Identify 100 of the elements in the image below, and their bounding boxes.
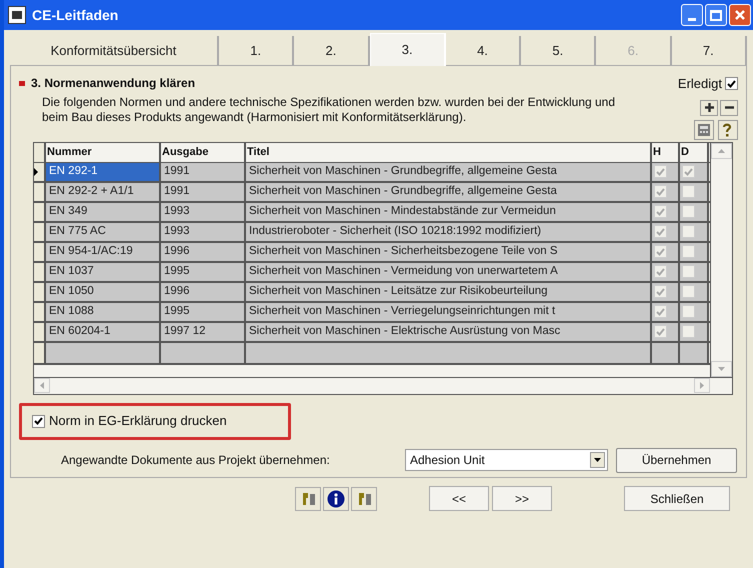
app-icon — [8, 6, 26, 24]
minimize-button[interactable] — [681, 4, 703, 26]
print-checkbox[interactable] — [32, 414, 45, 428]
print-label: Norm in EG-Erklärung drucken — [49, 412, 227, 430]
done-label: Erledigt — [678, 75, 722, 93]
table-cell: Sicherheit von Maschinen - Verriegelungseinrichtungen mit t — [246, 302, 652, 320]
row-checkbox[interactable] — [682, 205, 695, 218]
table-cell: Sicherheit von Maschinen - Mindestabstände zur Vermeidun — [246, 202, 652, 220]
row-checkbox[interactable] — [682, 325, 695, 338]
section-title: 3. Normenanwendung klären — [31, 75, 196, 92]
row-checkbox[interactable] — [654, 325, 667, 338]
tool-button[interactable] — [295, 486, 321, 510]
row-checkbox[interactable] — [654, 165, 667, 178]
close-dialog-button[interactable]: Schließen — [624, 486, 730, 511]
row-checkbox[interactable] — [682, 265, 695, 278]
table-cell: 1993 — [161, 202, 246, 220]
figure-icon — [356, 490, 372, 506]
row-selector-cell[interactable] — [34, 242, 46, 260]
row-selector-cell[interactable] — [34, 202, 46, 220]
row-selector-cell[interactable] — [34, 342, 46, 362]
table-cell: 1991 — [161, 182, 246, 200]
row-selector-cell[interactable] — [34, 222, 46, 240]
column-header[interactable]: D — [680, 142, 709, 162]
dropdown-value: Adhesion Unit — [410, 452, 485, 469]
table-cell: 1995 — [161, 262, 246, 280]
row-selector-cell[interactable] — [34, 302, 46, 320]
row-checkbox[interactable] — [682, 285, 695, 298]
row-selector-cell[interactable] — [34, 182, 46, 200]
info-icon — [327, 490, 345, 508]
row-checkbox[interactable] — [654, 265, 667, 278]
plus-icon — [704, 103, 714, 112]
arrow-up-icon — [718, 148, 725, 152]
row-checkbox[interactable] — [682, 185, 695, 198]
row-checkbox[interactable] — [682, 245, 695, 258]
table-cell: 1996 — [161, 242, 246, 260]
project-dropdown[interactable]: Adhesion Unit — [405, 449, 608, 471]
table-cell: EN 292-2 + A1/1 — [46, 182, 161, 200]
close-button[interactable] — [729, 4, 751, 26]
table-cell: Sicherheit von Maschinen - Sicherheitsbezogene Teile von S — [246, 242, 652, 260]
vertical-scrollbar[interactable] — [710, 142, 732, 376]
table-cell: 1996 — [161, 282, 246, 300]
tab[interactable]: 3. — [370, 33, 446, 66]
tool-button[interactable] — [351, 486, 377, 510]
table-cell: Sicherheit von Maschinen - Elektrische Ausrüstung von Masc — [246, 322, 652, 340]
window-title: CE-Leitfaden — [32, 6, 118, 24]
calculator-button[interactable] — [694, 120, 714, 140]
tab[interactable]: 7. — [672, 36, 747, 66]
row-checkbox[interactable] — [682, 165, 695, 178]
arrow-left-icon — [40, 382, 44, 389]
table-cell: EN 775 AC — [46, 222, 161, 240]
table-cell: EN 954-1/AC:19 — [46, 242, 161, 260]
minus-icon — [724, 106, 734, 109]
column-header[interactable]: Nummer — [46, 142, 161, 162]
previous-button[interactable]: << — [429, 486, 489, 511]
table-cell: Sicherheit von Maschinen - Grundbegriffe, allgemeine Gesta — [246, 162, 652, 180]
row-selector-cell[interactable] — [34, 322, 46, 340]
help-button[interactable] — [718, 120, 738, 140]
row-checkbox[interactable] — [654, 245, 667, 258]
column-header[interactable]: Titel — [246, 142, 652, 162]
table-cell: 1993 — [161, 222, 246, 240]
description-text: Die folgenden Normen und andere technische Spezifikationen werden bzw. wurden bei der Entwicklung und beim Bau dieses Produkts angewandt (Harmonisiert mit Konformitätserklärung). — [42, 95, 616, 125]
tab[interactable]: 1. — [219, 36, 294, 66]
column-header[interactable]: Ausgabe — [161, 142, 246, 162]
tab[interactable]: Konformitätsübersicht — [10, 36, 219, 66]
row-checkbox[interactable] — [654, 285, 667, 298]
table-cell: Sicherheit von Maschinen - Grundbegriffe, allgemeine Gesta — [246, 182, 652, 200]
remove-button[interactable] — [720, 100, 738, 116]
row-checkbox[interactable] — [654, 185, 667, 198]
row-checkbox[interactable] — [682, 305, 695, 318]
row-checkbox[interactable] — [682, 225, 695, 238]
row-checkbox[interactable] — [654, 305, 667, 318]
maximize-button[interactable] — [705, 4, 727, 26]
table-cell: EN 1037 — [46, 262, 161, 280]
tab[interactable]: 5. — [521, 36, 596, 66]
import-label: Angewandte Dokumente aus Projekt übernehmen: — [61, 452, 331, 469]
figure-icon — [300, 490, 316, 506]
table-cell: EN 1050 — [46, 282, 161, 300]
tab[interactable]: 2. — [294, 36, 370, 66]
row-selector-cell[interactable] — [34, 262, 46, 280]
next-button[interactable]: >> — [492, 486, 552, 511]
table-cell: Sicherheit von Maschinen - Leitsätze zur Risikobeurteilung — [246, 282, 652, 300]
horizontal-scrollbar[interactable] — [34, 376, 732, 394]
row-checkbox[interactable] — [654, 225, 667, 238]
row-selector-cell[interactable] — [34, 162, 46, 180]
add-button[interactable] — [700, 100, 718, 116]
table-cell: Sicherheit von Maschinen - Vermeidung von unerwartetem A — [246, 262, 652, 280]
bullet-icon — [19, 80, 25, 86]
column-header[interactable]: H — [652, 142, 680, 162]
table-cell: EN 349 — [46, 202, 161, 220]
table-cell: 1991 — [161, 162, 246, 180]
table-cell: 1995 — [161, 302, 246, 320]
tab[interactable]: 4. — [446, 36, 522, 66]
table-cell: EN 1088 — [46, 302, 161, 320]
row-selector-cell[interactable] — [34, 282, 46, 300]
done-checkbox[interactable] — [725, 77, 738, 90]
table-cell: EN 292-1 — [46, 162, 161, 180]
row-checkbox[interactable] — [654, 205, 667, 218]
apply-button[interactable]: Übernehmen — [616, 448, 737, 472]
row-pointer-icon — [34, 168, 38, 176]
info-button[interactable] — [323, 486, 349, 510]
